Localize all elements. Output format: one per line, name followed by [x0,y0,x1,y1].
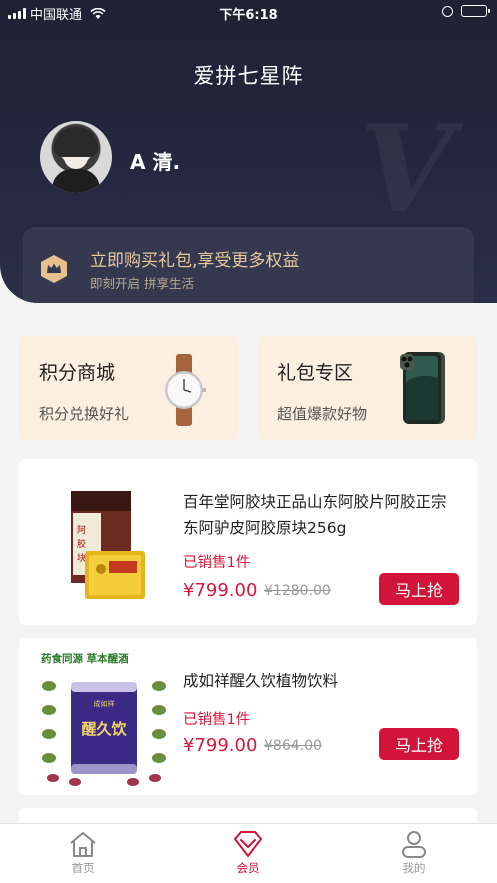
tab-mine[interactable]: 我的 [374,830,454,876]
category-title: 积分商城 [39,362,116,384]
gift-pack-card[interactable]: 礼包专区 超值爆款好物 [257,336,477,440]
status-right [442,5,490,17]
tab-bar: 首页 会员 我的 [0,823,497,883]
category-subtitle: 积分兑换好礼 [39,405,130,423]
product-sold-count: 已销售1件 [183,712,251,728]
points-mall-card[interactable]: 积分商城 积分兑换好礼 [19,336,239,440]
orientation-lock-icon [442,5,453,17]
tab-label: 首页 [71,861,95,875]
promo-banner[interactable]: 立即购买礼包,享受更多权益 即刻开启 拼享生活 [23,227,474,303]
user-icon [402,831,426,858]
svg-text:醒久饮: 醒久饮 [81,720,127,738]
svg-text:胶: 胶 [77,538,86,550]
product-original-price: ¥1280.00 [264,583,331,599]
product-sold-count: 已销售1件 [183,555,251,571]
page-title: 爱拼七星阵 [193,64,304,88]
member-header: V 中国联通 下午6:18 爱拼七星阵 A 清. 立即购买礼包,享受更多权益 即… [0,0,497,303]
promo-title: 立即购买礼包,享受更多权益 [90,251,300,271]
status-bar: 中国联通 下午6:18 [0,0,497,26]
phone-icon [400,352,445,424]
tab-home[interactable]: 首页 [43,830,123,876]
watch-icon [165,354,206,426]
product-card[interactable]: 药食同源 草本醒酒 成如祥 醒久饮 成如祥醒久饮植物饮料 已销售1件 ¥799.… [19,638,477,795]
product-card[interactable]: 阿 胶 块 百年堂阿胶块正品山东阿胶片阿胶正宗东阿驴皮阿胶原块256g 已销售1… [19,459,477,625]
svg-text:成如祥: 成如祥 [94,699,115,708]
product-name: 成如祥醒久饮植物饮料 [183,672,339,690]
buy-now-button[interactable]: 马上抢 [379,573,459,605]
tab-label: 会员 [236,861,260,875]
avatar[interactable] [40,121,112,193]
product-price: ¥799.00 [183,580,258,601]
buy-now-button[interactable]: 马上抢 [379,728,459,760]
category-subtitle: 超值爆款好物 [277,405,368,423]
watermark-logo: V [360,99,454,240]
product-image: 阿 胶 块 [71,491,145,599]
product-image: 药食同源 草本醒酒 成如祥 醒久饮 [41,652,166,786]
svg-text:块: 块 [77,552,86,564]
svg-text:阿: 阿 [77,525,86,536]
home-icon [70,832,96,857]
product-name: 百年堂阿胶块正品山东阿胶片阿胶正宗东阿驴皮阿胶原块256g [183,493,447,537]
tab-member[interactable]: 会员 [208,830,288,876]
username: A 清. [130,150,181,174]
battery-icon [461,5,490,17]
product-original-price: ¥864.00 [264,738,322,754]
promo-subtitle: 即刻开启 拼享生活 [90,276,194,291]
diamond-icon [234,831,262,857]
tab-label: 我的 [402,861,426,875]
crown-icon [41,255,67,283]
category-title: 礼包专区 [277,362,354,384]
product-price: ¥799.00 [183,735,258,756]
svg-text:药食同源 草本醒酒: 药食同源 草本醒酒 [41,652,129,665]
status-time: 下午6:18 [219,8,278,23]
